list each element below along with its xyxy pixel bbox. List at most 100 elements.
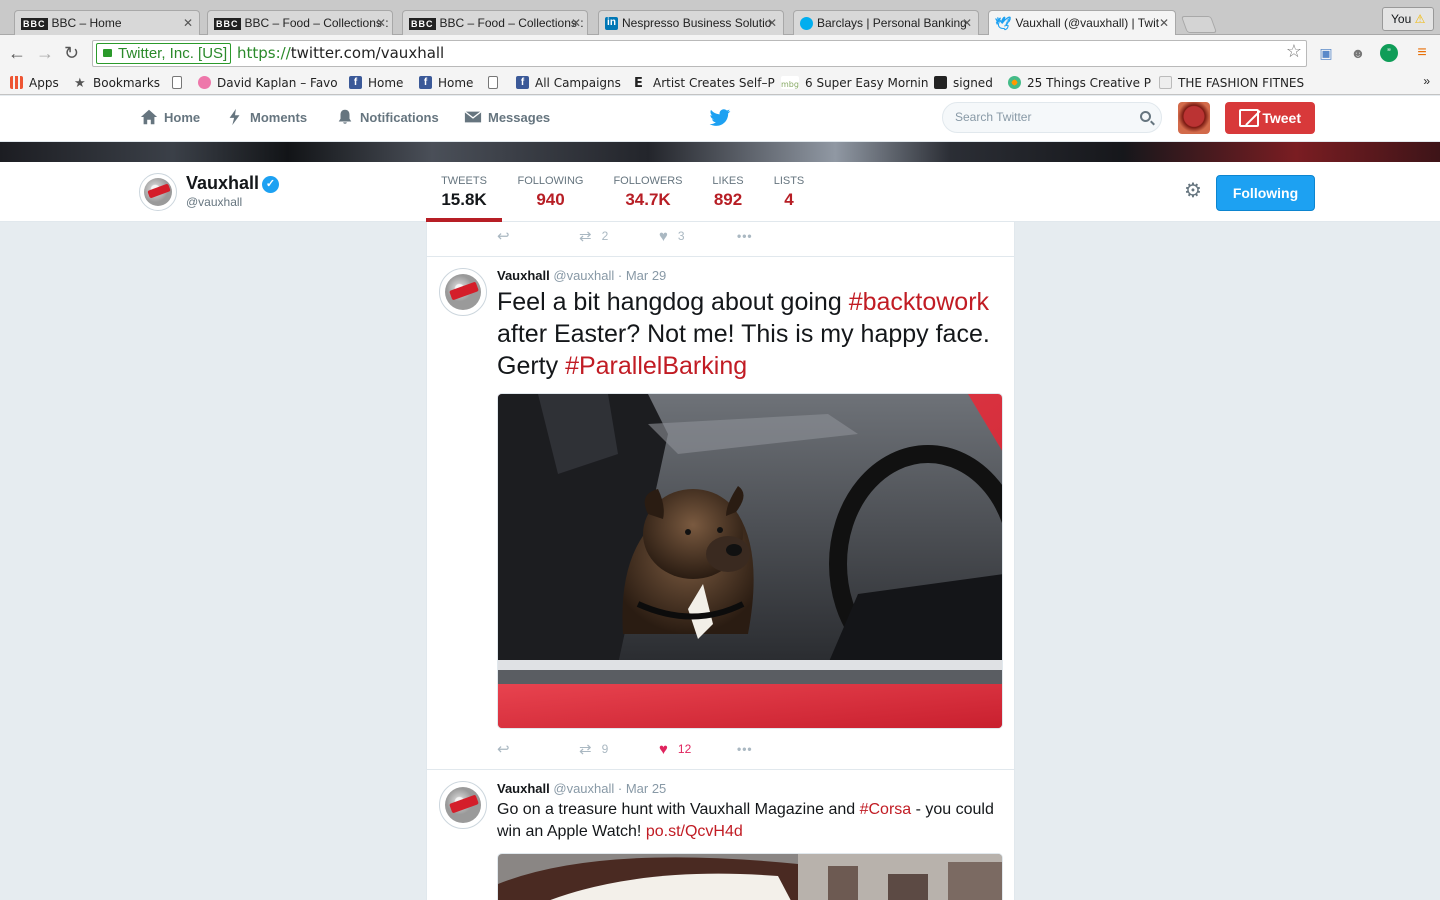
heart-icon: ♥ bbox=[659, 228, 668, 245]
nav-home[interactable]: Home bbox=[140, 96, 200, 142]
bookmarks-bar: Apps ★ Bookmarks David Kaplan – Favo f Hom… bbox=[0, 71, 1440, 95]
search-input[interactable]: Search Twitter bbox=[942, 102, 1162, 133]
retweet-button[interactable]: ⇄ 2 bbox=[579, 226, 608, 246]
browser-tab[interactable]: in Nespresso Business Solutio ✕ bbox=[598, 10, 784, 35]
tweet-handle-date[interactable]: @vauxhall · Mar 29 bbox=[553, 268, 666, 283]
browser-tab[interactable]: BBC BBC – Food – Collections : ✕ bbox=[207, 10, 393, 35]
more-options-icon[interactable]: ••• bbox=[737, 739, 753, 759]
gear-icon[interactable]: ⚙ bbox=[1184, 180, 1202, 202]
site-icon bbox=[198, 76, 211, 89]
tweet-text-part: Feel a bit hangdog about going bbox=[497, 288, 849, 316]
browser-tab[interactable]: BBC BBC – Home ✕ bbox=[14, 10, 200, 35]
reply-icon[interactable]: ↩ bbox=[497, 226, 520, 246]
tweet-author[interactable]: Vauxhall bbox=[497, 781, 550, 796]
treasure-hunt-photo bbox=[498, 854, 1002, 900]
search-placeholder: Search Twitter bbox=[955, 110, 1032, 124]
profile-header-image bbox=[0, 142, 1440, 162]
tab-title: Nespresso Business Solutio bbox=[622, 16, 772, 30]
extension-cast-icon[interactable]: ▣ bbox=[1316, 43, 1336, 63]
twitter-bird-icon[interactable] bbox=[709, 108, 731, 128]
stat-tweets[interactable]: TWEETS 15.8K bbox=[426, 162, 502, 222]
hashtag-link[interactable]: #backtowork bbox=[849, 288, 989, 316]
tab-title: BBC – Home bbox=[51, 16, 122, 30]
new-tab-button[interactable] bbox=[1180, 16, 1218, 33]
tweet-avatar[interactable] bbox=[439, 268, 487, 316]
stat-followers[interactable]: FOLLOWERS 34.7K bbox=[608, 162, 688, 222]
nav-messages[interactable]: Messages bbox=[464, 96, 550, 142]
close-tab-icon[interactable]: ✕ bbox=[962, 11, 972, 35]
profile-avatar-logo[interactable] bbox=[139, 173, 177, 211]
browser-tab[interactable]: BBC BBC – Food – Collections : ✕ bbox=[402, 10, 588, 35]
bookmark-label: THE FASHION FITNES bbox=[1178, 76, 1305, 90]
extension-hangouts-icon[interactable]: ” bbox=[1380, 44, 1398, 62]
nav-label: Messages bbox=[488, 110, 551, 125]
nav-moments[interactable]: Moments bbox=[226, 96, 307, 142]
tweet-photo[interactable] bbox=[497, 393, 1003, 729]
nav-label: Home bbox=[164, 110, 201, 125]
bookmark-item[interactable]: David Kaplan – Favo bbox=[198, 74, 338, 92]
close-tab-icon[interactable]: ✕ bbox=[183, 11, 193, 35]
browser-tab-active[interactable]: 🕊 Vauxhall (@vauxhall) | Twit ✕ bbox=[988, 10, 1176, 36]
retweet-button[interactable]: ⇄ 9 bbox=[579, 739, 608, 759]
profile-name[interactable]: Vauxhall bbox=[186, 173, 259, 194]
like-button[interactable]: ♥ 3 bbox=[659, 226, 685, 246]
bookmark-item[interactable]: 25 Things Creative P bbox=[1008, 74, 1151, 92]
stat-following[interactable]: FOLLOWING 940 bbox=[511, 162, 590, 222]
close-tab-icon[interactable]: ✕ bbox=[1159, 11, 1169, 35]
forward-arrow-icon[interactable]: → bbox=[36, 41, 54, 65]
stat-label: FOLLOWING bbox=[517, 175, 584, 187]
tweet-url-link[interactable]: po.st/QcvH4d bbox=[646, 823, 743, 840]
bookmark-item[interactable] bbox=[172, 74, 188, 92]
stat-likes[interactable]: LIKES 892 bbox=[706, 162, 750, 222]
tweet-handle-date[interactable]: @vauxhall · Mar 25 bbox=[553, 781, 666, 796]
nav-notifications[interactable]: Notifications bbox=[336, 96, 439, 142]
reply-icon[interactable]: ↩ bbox=[497, 739, 520, 759]
bookmark-apps[interactable]: Apps bbox=[10, 74, 59, 92]
close-tab-icon[interactable]: ✕ bbox=[376, 11, 386, 35]
bookmark-item[interactable]: f Home bbox=[419, 74, 473, 92]
hashtag-link[interactable]: #Corsa bbox=[860, 801, 912, 818]
bookmarks-overflow-icon[interactable]: » bbox=[1423, 74, 1430, 88]
like-count: 12 bbox=[677, 742, 692, 756]
bookmark-item[interactable]: THE FASHION FITNES bbox=[1159, 74, 1304, 92]
close-tab-icon[interactable]: ✕ bbox=[571, 11, 581, 35]
profile-button[interactable]: You ⚠ bbox=[1382, 7, 1434, 31]
bookmark-label: 25 Things Creative P bbox=[1027, 76, 1152, 90]
menu-icon[interactable]: ≡ bbox=[1412, 43, 1432, 63]
tweet-photo[interactable] bbox=[497, 853, 1003, 900]
tweet-header: Vauxhall @vauxhall · Mar 29 bbox=[497, 268, 666, 283]
bookmark-item[interactable]: f All Campaigns bbox=[516, 74, 621, 92]
profile-handle[interactable]: @vauxhall bbox=[186, 195, 242, 209]
address-bar[interactable]: Twitter, Inc. [US] https://twitter.com/v… bbox=[92, 40, 1307, 67]
ev-certificate-badge[interactable]: Twitter, Inc. [US] bbox=[96, 43, 232, 64]
url-text[interactable]: https://twitter.com/vauxhall bbox=[237, 44, 444, 63]
stat-value: 34.7K bbox=[625, 190, 671, 209]
page-icon bbox=[488, 76, 498, 89]
lightning-icon bbox=[229, 108, 240, 125]
facebook-icon: f bbox=[516, 76, 529, 89]
bookmark-item[interactable]: signed bbox=[934, 74, 993, 92]
bookmark-item[interactable]: E Artist Creates Self–P bbox=[634, 74, 775, 92]
reload-icon[interactable]: ↻ bbox=[64, 41, 79, 65]
bookmark-star-icon[interactable]: ☆ bbox=[1286, 41, 1302, 62]
stat-lists[interactable]: LISTS 4 bbox=[770, 162, 808, 222]
extension-ghost-icon[interactable]: ☻ bbox=[1348, 43, 1368, 63]
bookmark-item[interactable] bbox=[488, 74, 504, 92]
tweet-author[interactable]: Vauxhall bbox=[497, 268, 550, 283]
tweet-avatar[interactable] bbox=[439, 781, 487, 829]
more-options-icon[interactable]: ••• bbox=[737, 226, 753, 246]
letter-e-icon: E bbox=[634, 76, 643, 91]
close-tab-icon[interactable]: ✕ bbox=[767, 11, 777, 35]
bookmark-label: Bookmarks bbox=[93, 76, 161, 90]
bookmark-item[interactable]: f Home bbox=[349, 74, 403, 92]
user-avatar[interactable] bbox=[1178, 102, 1210, 134]
like-button[interactable]: ♥ 12 bbox=[659, 739, 691, 759]
bookmark-item[interactable]: mbg 6 Super Easy Mornin bbox=[781, 74, 929, 92]
back-arrow-icon[interactable]: ← bbox=[8, 41, 26, 65]
following-button[interactable]: Following bbox=[1216, 175, 1315, 211]
search-icon[interactable] bbox=[1140, 111, 1151, 122]
bookmark-folder[interactable]: ★ Bookmarks bbox=[74, 74, 160, 92]
compose-tweet-button[interactable]: Tweet bbox=[1225, 102, 1315, 134]
hashtag-link[interactable]: #ParallelBarking bbox=[565, 352, 747, 380]
browser-tab[interactable]: Barclays | Personal Banking ✕ bbox=[793, 10, 979, 35]
